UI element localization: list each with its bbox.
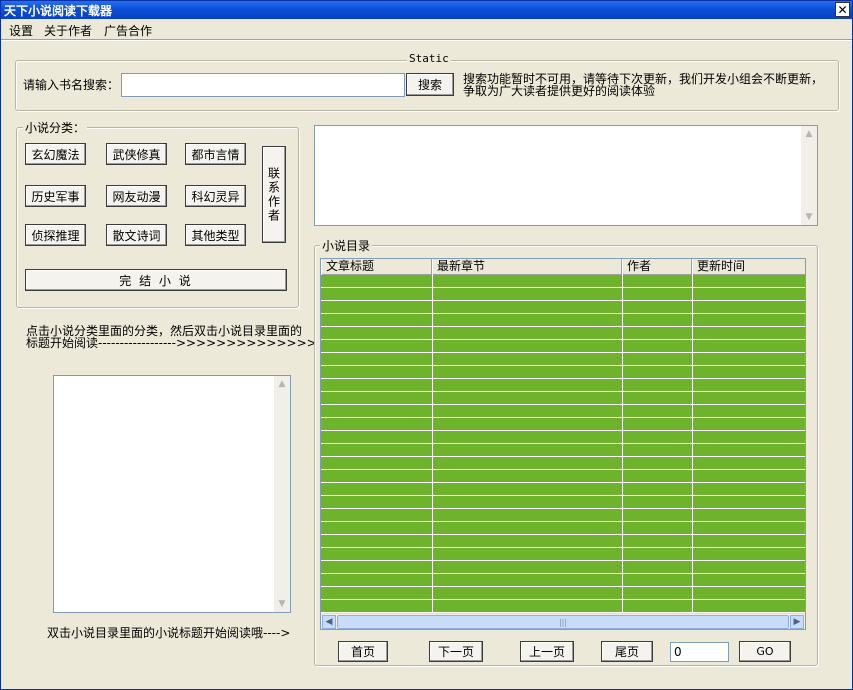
categories-group-title: 小说分类： <box>23 119 88 136</box>
scroll-right-icon[interactable]: ▶ <box>790 615 804 629</box>
scroll-up-icon[interactable]: ▲ <box>802 127 816 141</box>
last-page-button[interactable]: 尾页 <box>601 641 653 662</box>
menu-about-author[interactable]: 关于作者 <box>44 22 92 39</box>
scroll-down-icon[interactable]: ▼ <box>275 597 289 611</box>
title-bar[interactable]: 天下小说阅读下载器 ✕ <box>1 1 852 19</box>
info-textarea[interactable]: ▲ ▼ <box>314 125 818 226</box>
finished-novels-button[interactable]: 完 结 小 说 <box>25 269 287 291</box>
catalog-group-title: 小说目录 <box>320 237 373 254</box>
next-page-button[interactable]: 下一页 <box>429 641 483 662</box>
search-input[interactable] <box>121 73 405 97</box>
bottom-hint: 双击小说目录里面的小说标题开始阅读哦----> <box>47 626 291 640</box>
catalog-hscrollbar[interactable]: ◀ ||| ▶ <box>321 613 805 629</box>
close-button[interactable]: ✕ <box>835 2 850 17</box>
column-latest-chapter[interactable]: 最新章节 <box>432 259 622 275</box>
catalog-table[interactable]: 文章标题 最新章节 作者 更新时间 ◀ ||| ▶ <box>320 258 806 630</box>
category-kehuan-button[interactable]: 科幻灵异 <box>185 185 246 207</box>
category-other-button[interactable]: 其他类型 <box>185 224 246 246</box>
search-label: 请输入书名搜索： <box>23 78 120 92</box>
column-author[interactable]: 作者 <box>622 259 692 275</box>
category-sanwen-button[interactable]: 散文诗词 <box>106 224 167 246</box>
go-button[interactable]: GO <box>739 641 791 662</box>
scroll-thumb[interactable]: ||| <box>337 615 789 629</box>
column-update-time[interactable]: 更新时间 <box>692 259 805 275</box>
first-page-button[interactable]: 首页 <box>338 641 388 662</box>
reading-textarea[interactable]: ▲ ▼ <box>53 375 291 613</box>
category-lishi-button[interactable]: 历史军事 <box>25 185 86 207</box>
column-divider <box>692 275 693 613</box>
window-title: 天下小说阅读下载器 <box>4 4 113 18</box>
prev-page-button[interactable]: 上一页 <box>520 641 574 662</box>
scroll-up-icon[interactable]: ▲ <box>275 377 289 391</box>
close-icon: ✕ <box>837 2 848 17</box>
search-group-title: Static <box>407 52 451 65</box>
catalog-table-header: 文章标题 最新章节 作者 更新时间 <box>321 259 805 275</box>
search-button[interactable]: 搜索 <box>406 73 454 96</box>
column-title[interactable]: 文章标题 <box>321 259 432 275</box>
category-wuxia-button[interactable]: 武侠修真 <box>106 143 167 165</box>
scroll-down-icon[interactable]: ▼ <box>802 210 816 224</box>
info-textarea-scrollbar[interactable]: ▲ ▼ <box>801 126 817 225</box>
category-zhentan-button[interactable]: 侦探推理 <box>25 224 86 246</box>
menu-ad-cooperation[interactable]: 广告合作 <box>104 22 152 39</box>
menu-settings[interactable]: 设置 <box>9 22 33 39</box>
catalog-rows[interactable] <box>321 275 805 613</box>
instruction-line2: 标题开始阅读------------------>>>>>>>>>>>>>> <box>26 336 317 350</box>
category-dongman-button[interactable]: 网友动漫 <box>106 185 167 207</box>
category-dushi-button[interactable]: 都市言情 <box>185 143 246 165</box>
menu-separator <box>1 39 852 41</box>
column-divider <box>622 275 623 613</box>
search-notice-line2: 争取为广大读者提供更好的阅读体验 <box>463 84 656 98</box>
contact-author-button[interactable]: 联系作者 <box>262 146 286 243</box>
scroll-left-icon[interactable]: ◀ <box>322 615 336 629</box>
category-xuanhuan-button[interactable]: 玄幻魔法 <box>25 143 86 165</box>
column-divider <box>432 275 433 613</box>
app-window: 天下小说阅读下载器 ✕ 设置 关于作者 广告合作 Static 请输入书名搜索：… <box>0 0 853 690</box>
reading-textarea-scrollbar[interactable]: ▲ ▼ <box>274 376 290 612</box>
menu-bar: 设置 关于作者 广告合作 <box>1 19 852 39</box>
page-number-input[interactable] <box>670 642 729 662</box>
